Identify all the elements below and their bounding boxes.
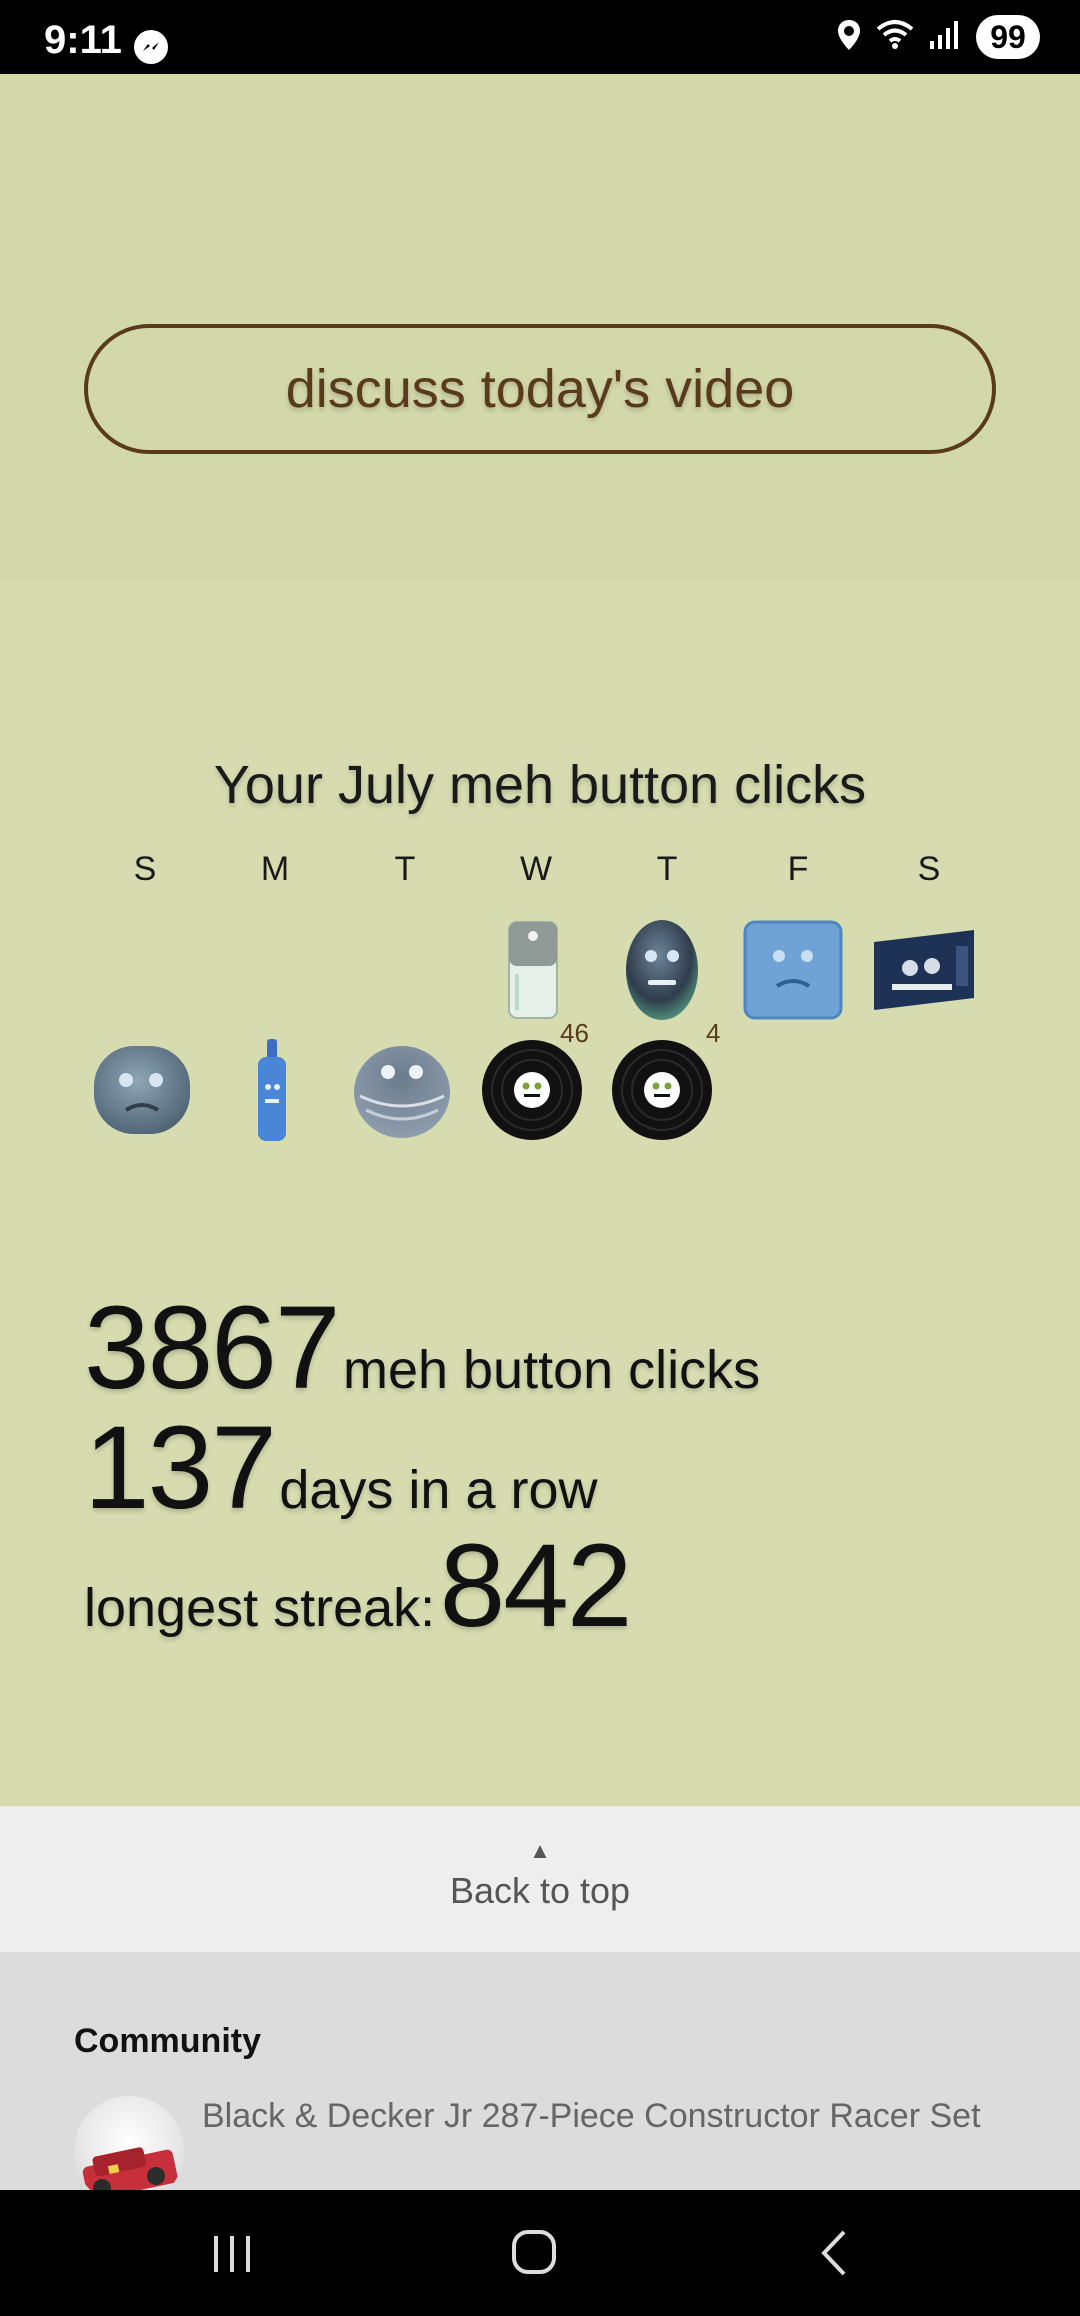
total-clicks-label: meh button clicks xyxy=(342,1340,761,1400)
community-heading: Community xyxy=(74,2022,261,2060)
click-count-badge: 46 xyxy=(560,1018,589,1048)
status-bar: 9:11 99 xyxy=(0,0,1080,74)
weekday-label: T xyxy=(656,850,678,888)
signal-icon xyxy=(928,19,962,56)
click-count-badge: 4 xyxy=(706,1018,721,1048)
day-cell-thu-1[interactable] xyxy=(602,910,722,1030)
grinning-shell-icon xyxy=(354,1046,450,1138)
home-icon xyxy=(512,2230,556,2274)
back-button[interactable] xyxy=(796,2220,876,2286)
back-to-top-button[interactable]: ▲ Back to top xyxy=(0,1806,1080,1952)
toy-racer-image xyxy=(82,2147,178,2190)
frowning-square-icon xyxy=(743,920,843,1020)
weekday-label: S xyxy=(917,850,941,888)
community-section: Community Black & Decker Jr 287-Piece Co… xyxy=(0,1952,1080,2190)
community-item-thumbnail[interactable] xyxy=(74,2096,184,2190)
circuit-card-icon xyxy=(874,930,974,1010)
community-item-link[interactable]: Black & Decker Jr 287-Piece Constructor … xyxy=(202,2094,1002,2138)
status-time: 9:11 xyxy=(44,18,122,62)
weekday-label: W xyxy=(519,850,553,888)
meh-clicks-calendar: Your July meh button clicks S M T W T F … xyxy=(0,580,1080,1806)
canister-icon xyxy=(508,921,558,1019)
day-cell-thu-2[interactable] xyxy=(602,1030,722,1150)
current-streak-stat: 137 days in a row xyxy=(84,1400,598,1536)
location-icon xyxy=(836,18,862,57)
day-cell-wed-1[interactable] xyxy=(473,910,593,1030)
current-streak-label: days in a row xyxy=(279,1460,598,1520)
back-to-top-label: Back to top xyxy=(449,1870,631,1911)
weekday-label: M xyxy=(260,850,290,888)
vinyl-record-icon xyxy=(482,1040,582,1140)
current-streak-value: 137 xyxy=(84,1402,277,1534)
back-icon xyxy=(821,2230,846,2276)
status-icons: 99 xyxy=(836,12,1040,62)
home-button[interactable] xyxy=(494,2220,574,2286)
recent-apps-button[interactable] xyxy=(192,2220,272,2286)
weekday-label: F xyxy=(787,850,809,888)
weekday-label: T xyxy=(394,850,416,888)
messenger-icon xyxy=(134,30,168,64)
longest-streak-stat: longest streak: 842 xyxy=(84,1518,633,1654)
video-discussion-section: discuss today's video xyxy=(0,74,1080,580)
day-cell-sun-2[interactable] xyxy=(82,1030,202,1150)
up-arrow-icon: ▲ xyxy=(529,1838,551,1863)
sad-blob-icon xyxy=(94,1046,190,1134)
day-cell-sat-1[interactable] xyxy=(864,910,984,1030)
weekday-label: S xyxy=(133,850,157,888)
discuss-video-button[interactable]: discuss today's video xyxy=(84,324,996,454)
calendar-title: Your July meh button clicks xyxy=(213,755,867,815)
battery-indicator: 99 xyxy=(976,15,1040,59)
day-cell-fri-1[interactable] xyxy=(733,910,853,1030)
wifi-icon xyxy=(876,19,914,56)
smiling-egg-icon xyxy=(626,920,698,1020)
total-clicks-value: 3867 xyxy=(84,1282,341,1414)
vinyl-record-icon xyxy=(612,1040,712,1140)
day-cell-tue-2[interactable] xyxy=(342,1030,462,1150)
system-nav-bar xyxy=(0,2190,1080,2316)
longest-streak-label: longest streak: xyxy=(84,1578,436,1638)
day-cell-mon-2[interactable] xyxy=(212,1030,332,1150)
longest-streak-value: 842 xyxy=(439,1520,633,1652)
recent-apps-icon xyxy=(214,2236,250,2272)
blue-bottle-icon xyxy=(258,1039,286,1141)
total-clicks-stat: 3867 meh button clicks xyxy=(84,1280,760,1416)
